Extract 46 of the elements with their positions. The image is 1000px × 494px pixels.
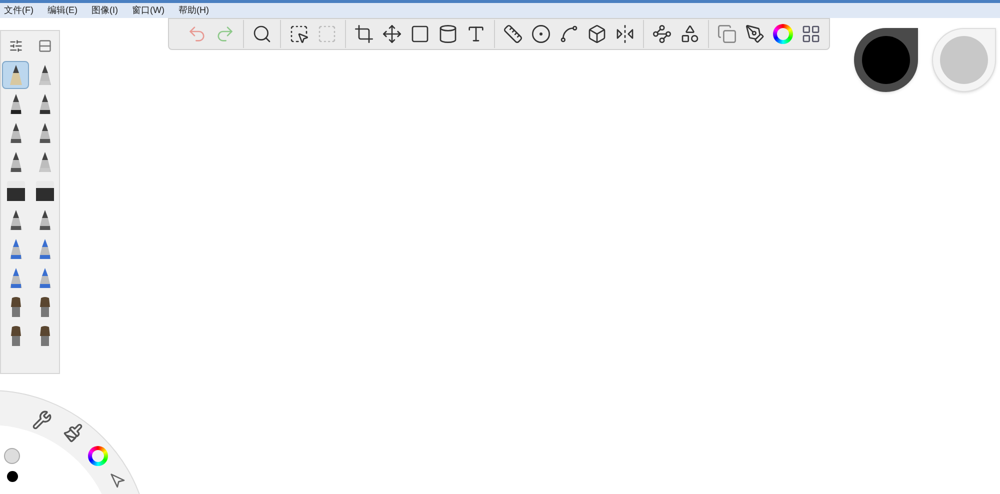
pen-icon — [8, 238, 24, 260]
text-icon — [466, 24, 486, 44]
pen-icon — [36, 64, 52, 86]
rows-icon[interactable] — [38, 39, 52, 53]
redo-icon — [215, 24, 235, 44]
color-puck[interactable] — [854, 28, 918, 92]
pen-icon — [8, 151, 24, 173]
select-icon — [289, 24, 309, 44]
color-puck[interactable] — [932, 28, 996, 92]
cursor-icon[interactable] — [110, 473, 126, 489]
pen-icon — [8, 64, 24, 86]
pen-icon — [8, 122, 24, 144]
layers-icon — [717, 24, 737, 44]
ellipse-icon — [531, 24, 551, 44]
crop-icon — [354, 24, 374, 44]
eraser-icon — [34, 180, 54, 202]
eraser-icon — [6, 180, 26, 202]
curve-icon — [559, 24, 579, 44]
pen-icon — [36, 93, 52, 115]
menu-item[interactable]: 窗口(W) — [132, 6, 164, 15]
pen-icon — [36, 122, 52, 144]
zoom-icon — [252, 24, 272, 44]
undo-icon — [187, 24, 207, 44]
shapes-icon — [680, 24, 700, 44]
perspective-icon — [587, 24, 607, 44]
tools-icon[interactable] — [32, 410, 52, 430]
pen-icon — [36, 209, 52, 231]
pen-icon — [8, 267, 24, 289]
symmetry-icon — [615, 24, 635, 44]
pen-icon — [36, 238, 52, 260]
sliders-icon[interactable] — [8, 39, 22, 53]
transform-icon — [382, 24, 402, 44]
menu-item[interactable]: 编辑(E) — [48, 6, 78, 15]
brush-button[interactable] — [2, 61, 29, 89]
brushes-icon — [745, 24, 765, 44]
deselect-icon — [317, 24, 337, 44]
palette-icon — [801, 24, 821, 44]
pen-icon — [8, 93, 24, 115]
pen-icon — [36, 151, 52, 173]
paintbrush-icon[interactable] — [63, 423, 83, 443]
menu-item[interactable]: 图像(I) — [92, 6, 118, 15]
menu-item[interactable]: 帮助(H) — [178, 6, 209, 15]
ruler-icon — [503, 24, 523, 44]
menu-item[interactable]: 文件(F) — [4, 6, 34, 15]
pen-icon — [8, 209, 24, 231]
pen-icon — [36, 267, 52, 289]
